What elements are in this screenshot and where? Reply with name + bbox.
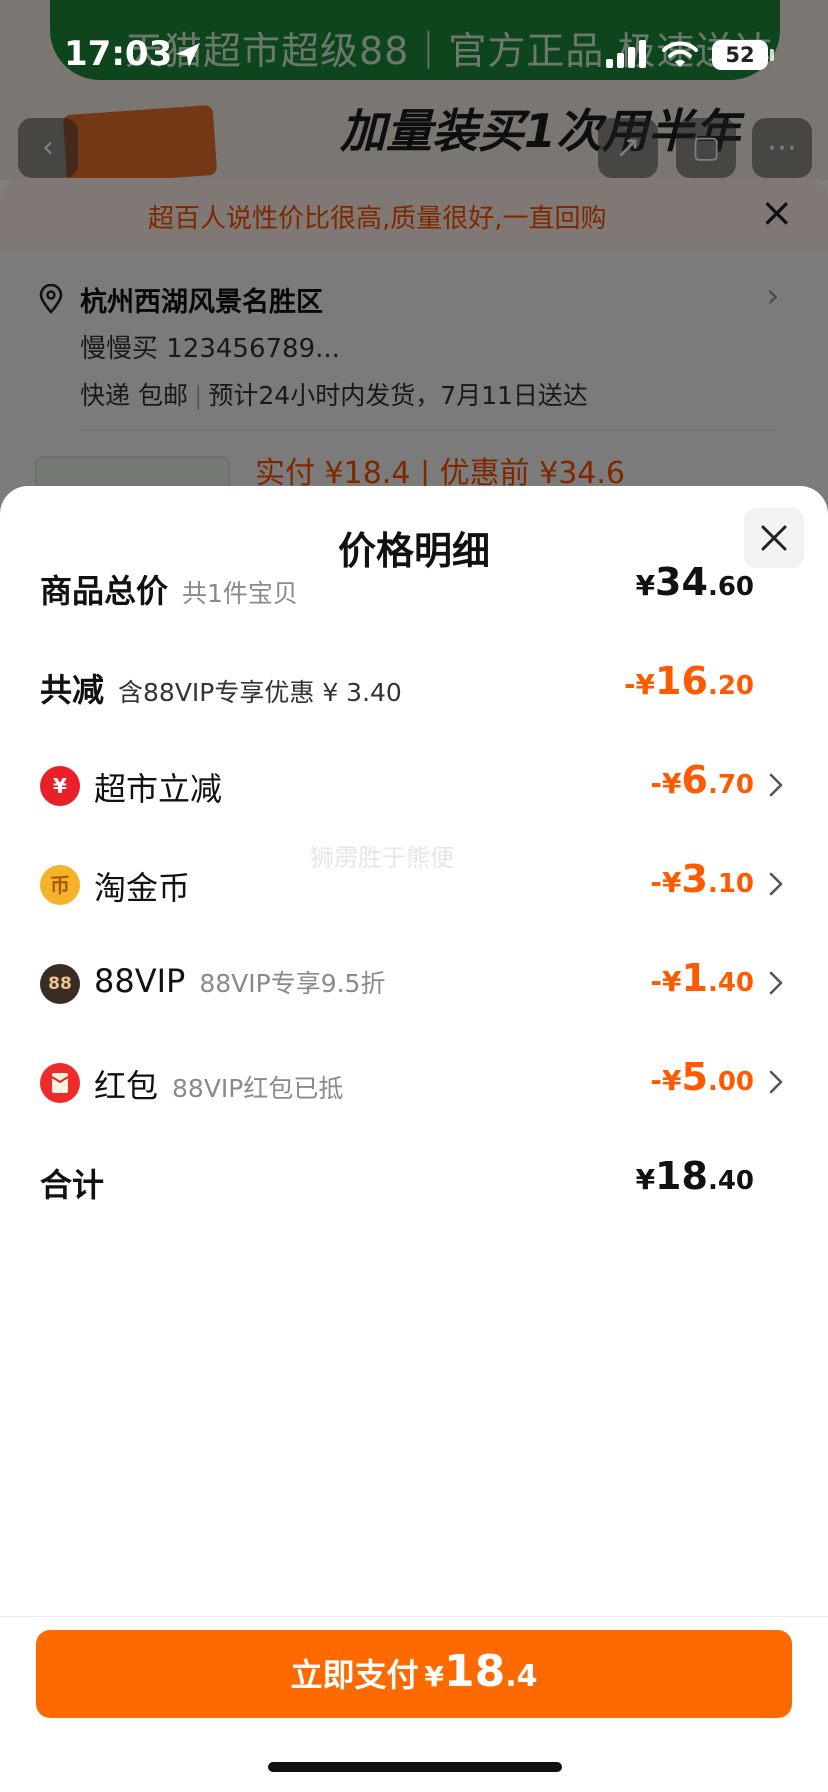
88vip-row[interactable]: 88 88VIP 88VIP专享9.5折 -¥1.40: [40, 952, 790, 1012]
chevron-right-icon: [769, 971, 783, 995]
supermarket-discount-label: 超市立减: [94, 770, 223, 808]
amount-decimal: .40: [707, 1166, 754, 1196]
pay-now-button[interactable]: 立即支付 ¥18.4: [36, 1630, 792, 1718]
taojinbi-amount: -¥3.10: [650, 857, 754, 901]
total-discount-sub: 含88VIP专享优惠 ¥ 3.40: [118, 678, 402, 707]
battery-icon: 52: [712, 40, 768, 70]
taojinbi-coin-icon: 币: [40, 865, 80, 905]
total-discount-label: 共减 含88VIP专享优惠 ¥ 3.40: [40, 665, 402, 711]
subtotal-amount: ¥34.60: [636, 560, 754, 604]
subtotal-sub: 共1件宝贝: [182, 579, 298, 608]
88vip-amount: -¥1.40: [650, 956, 754, 1000]
pay-currency: ¥: [424, 1660, 444, 1693]
battery-cap: [770, 49, 774, 61]
amount-integer: 5: [681, 1055, 708, 1099]
amount-decimal: .70: [707, 770, 754, 800]
home-indicator[interactable]: [268, 1762, 562, 1772]
amount-decimal: .20: [707, 671, 754, 701]
88vip-sub: 88VIP专享9.5折: [199, 969, 386, 998]
88vip-label: 88VIP 88VIP专享9.5折: [94, 962, 385, 1000]
pay-integer: 18: [443, 1646, 506, 1697]
subtotal-row: 商品总价 共1件宝贝 ¥34.60: [40, 556, 790, 616]
supermarket-discount-amount: -¥6.70: [650, 758, 754, 802]
subtotal-label: 商品总价 共1件宝贝: [40, 566, 298, 612]
amount-currency: -¥: [650, 767, 682, 800]
footer-divider: [0, 1616, 828, 1617]
red-envelope-label: 红包 88VIP红包已抵: [94, 1061, 343, 1107]
amount-currency: ¥: [635, 1163, 656, 1196]
total-discount-amount: -¥16.20: [624, 659, 754, 703]
chevron-right-icon: [769, 1070, 783, 1094]
amount-currency: -¥: [623, 668, 656, 701]
status-time: 17:03: [64, 34, 173, 74]
supermarket-discount-row[interactable]: ¥ 超市立减 -¥6.70: [40, 754, 790, 814]
red-envelope-row[interactable]: 红包 88VIP红包已抵 -¥5.00: [40, 1051, 790, 1111]
amount-integer: 34: [655, 560, 708, 604]
pay-now-label: 立即支付: [290, 1656, 419, 1694]
total-discount-title: 共减: [40, 671, 105, 709]
amount-integer: 1: [681, 956, 708, 1000]
supermarket-discount-icon: ¥: [40, 766, 80, 806]
amount-decimal: .00: [707, 1067, 754, 1097]
pay-now-button-content: 立即支付 ¥18.4: [290, 1646, 537, 1697]
red-envelope-glyph: [51, 1073, 69, 1093]
red-envelope-title: 红包: [94, 1067, 159, 1105]
total-amount: ¥18.40: [636, 1154, 754, 1198]
88vip-badge-icon: 88: [40, 964, 80, 1004]
amount-decimal: .60: [707, 572, 754, 602]
chevron-right-icon: [769, 773, 783, 797]
88vip-title: 88VIP: [94, 962, 186, 1000]
amount-integer: 18: [655, 1154, 708, 1198]
pay-decimal: .4: [505, 1659, 538, 1694]
total-row: 合计 ¥18.40: [40, 1150, 790, 1210]
amount-currency: -¥: [650, 965, 682, 998]
red-envelope-sub: 88VIP红包已抵: [172, 1074, 344, 1103]
taojinbi-label: 淘金币: [94, 869, 191, 907]
close-icon: [761, 525, 787, 551]
total-discount-row: 共减 含88VIP专享优惠 ¥ 3.40 -¥16.20: [40, 655, 790, 715]
amount-integer: 3: [681, 857, 708, 901]
price-detail-sheet: 价格明细 狮雳胜于熊便 商品总价 共1件宝贝 ¥34.60 共减 含88VIP专享优…: [0, 486, 828, 1792]
chevron-right-icon: [769, 872, 783, 896]
cellular-signal-icon: [606, 40, 646, 68]
red-envelope-amount: -¥5.00: [650, 1055, 754, 1099]
amount-integer: 6: [681, 758, 708, 802]
amount-currency: ¥: [635, 569, 656, 602]
taojinbi-row[interactable]: 币 淘金币 -¥3.10: [40, 853, 790, 913]
subtotal-title: 商品总价: [40, 572, 169, 610]
amount-currency: -¥: [650, 866, 682, 899]
amount-integer: 16: [655, 659, 708, 703]
amount-decimal: .10: [707, 869, 754, 899]
red-envelope-icon: [40, 1063, 80, 1103]
amount-currency: -¥: [650, 1064, 682, 1097]
wifi-icon: [662, 41, 698, 67]
location-arrow-icon: [176, 43, 200, 67]
status-bar: 17:03 52: [0, 0, 828, 110]
total-label: 合计: [40, 1166, 105, 1204]
amount-decimal: .40: [707, 968, 754, 998]
